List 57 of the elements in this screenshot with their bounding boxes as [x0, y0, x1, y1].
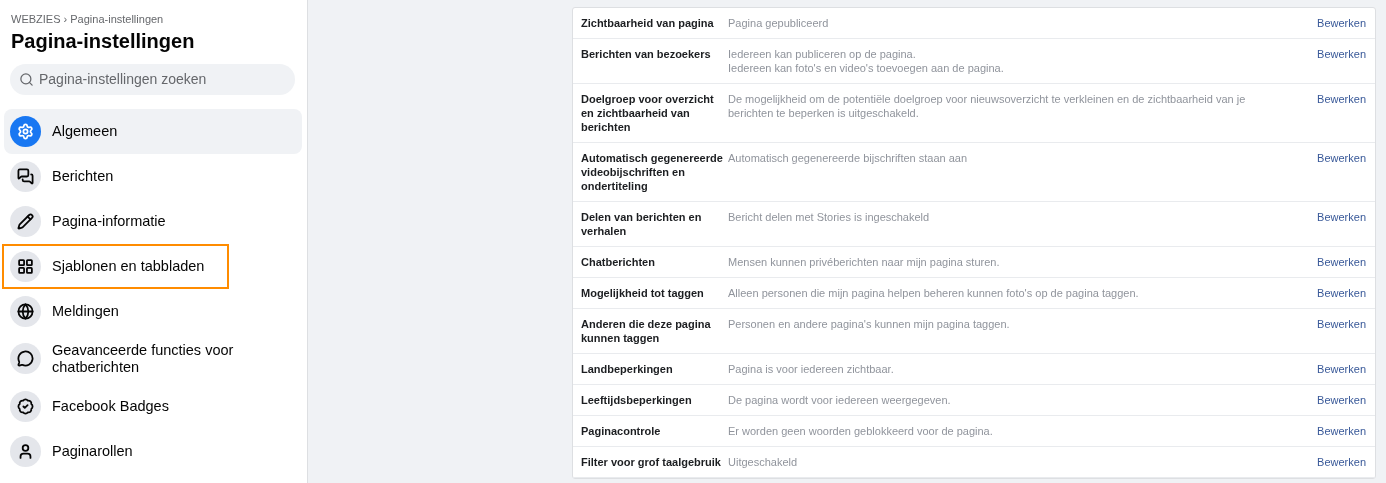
setting-name: Paginacontrole [581, 424, 662, 438]
setting-name: Leeftijdsbeperkingen [581, 393, 693, 407]
setting-value: Alleen personen die mijn pagina helpen beheren kunnen foto's op de pagina taggen. [728, 286, 1140, 300]
setting-name: Landbeperkingen [581, 362, 674, 376]
sidebar-item[interactable]: Paginarollen [4, 428, 302, 474]
setting-value: De pagina wordt voor iedereen weergegeven. [728, 393, 952, 407]
page-title: Pagina-instellingen [11, 28, 196, 54]
edit-link[interactable]: Bewerken [1317, 455, 1366, 469]
edit-link[interactable]: Bewerken [1317, 362, 1366, 376]
setting-value: De mogelijkheid om de potentiële doelgroep voor nieuwsoverzicht te verkleinen en de zichtbaarheid van je berichten te beperken is uitgeschakeld. [728, 92, 1247, 120]
edit-link[interactable]: Bewerken [1317, 255, 1366, 269]
setting-value: Pagina is voor iedereen zichtbaar. [728, 362, 895, 376]
setting-name: Filter voor grof taalgebruik [581, 455, 722, 469]
setting-name: Automatisch gegenereerde videobijschriften en ondertiteling [581, 151, 724, 193]
globe-icon [17, 302, 34, 320]
sidebar-item[interactable]: Geavanceerde functies voor chatberichten [4, 333, 302, 384]
gear-icon [17, 122, 34, 140]
setting-value: Uitgeschakeld [728, 455, 799, 469]
setting-value: Er worden geen woorden geblokkeerd voor de pagina. [728, 424, 994, 438]
setting-name: Delen van berichten en verhalen [581, 210, 703, 238]
setting-name: Anderen die deze pagina kunnen taggen [581, 317, 712, 345]
setting-name: Doelgroep voor overzicht en zichtbaarheid van berichten [581, 92, 715, 134]
setting-value: Pagina gepubliceerd [728, 16, 830, 30]
sidebar-item[interactable]: Algemeen [4, 108, 302, 154]
setting-value: Iedereen kan foto's en video's toevoegen aan de pagina. [728, 61, 1005, 75]
chat-bubbles-icon [17, 167, 34, 185]
breadcrumb: WEBZIES › Pagina-instellingen [11, 12, 165, 27]
sidebar-item[interactable]: Berichten [4, 153, 302, 199]
sidebar-item[interactable]: Pagina-informatie [4, 198, 302, 244]
sidebar-item[interactable]: Sjablonen en tabbladen [2, 243, 229, 289]
setting-value: Mensen kunnen privéberichten naar mijn pagina sturen. [728, 255, 1001, 269]
setting-value: Personen en andere pagina's kunnen mijn pagina taggen. [728, 317, 1011, 331]
grid-icon [17, 257, 34, 275]
setting-name: Berichten van bezoekers [581, 47, 712, 62]
edit-link[interactable]: Bewerken [1317, 393, 1366, 407]
edit-link[interactable]: Bewerken [1317, 424, 1366, 438]
sidebar-item[interactable]: Meldingen [4, 288, 302, 334]
pencil-icon [17, 212, 34, 230]
search-icon [19, 71, 34, 87]
edit-link[interactable]: Bewerken [1317, 16, 1366, 30]
setting-name: Chatberichten [581, 255, 656, 269]
person-icon [17, 442, 34, 460]
edit-link[interactable]: Bewerken [1317, 210, 1366, 238]
edit-link[interactable]: Bewerken [1317, 286, 1366, 300]
setting-value: Bericht delen met Stories is ingeschakeld [728, 210, 931, 224]
badge-icon [17, 397, 34, 415]
setting-name: Mogelijkheid tot taggen [581, 286, 705, 300]
search-field[interactable]: Pagina-instellingen zoeken [10, 63, 295, 95]
edit-link[interactable]: Bewerken [1317, 92, 1366, 134]
setting-name: Zichtbaarheid van pagina [581, 16, 715, 30]
setting-value: Iedereen kan publiceren op de pagina. [728, 47, 917, 61]
edit-link[interactable]: Bewerken [1317, 151, 1366, 193]
chat-bubble-icon [17, 350, 34, 367]
sidebar-item[interactable]: Facebook Badges [4, 383, 302, 429]
edit-link[interactable]: Bewerken [1317, 47, 1366, 75]
edit-link[interactable]: Bewerken [1317, 317, 1366, 345]
setting-value: Automatisch gegenereerde bijschriften staan aan [728, 151, 969, 165]
